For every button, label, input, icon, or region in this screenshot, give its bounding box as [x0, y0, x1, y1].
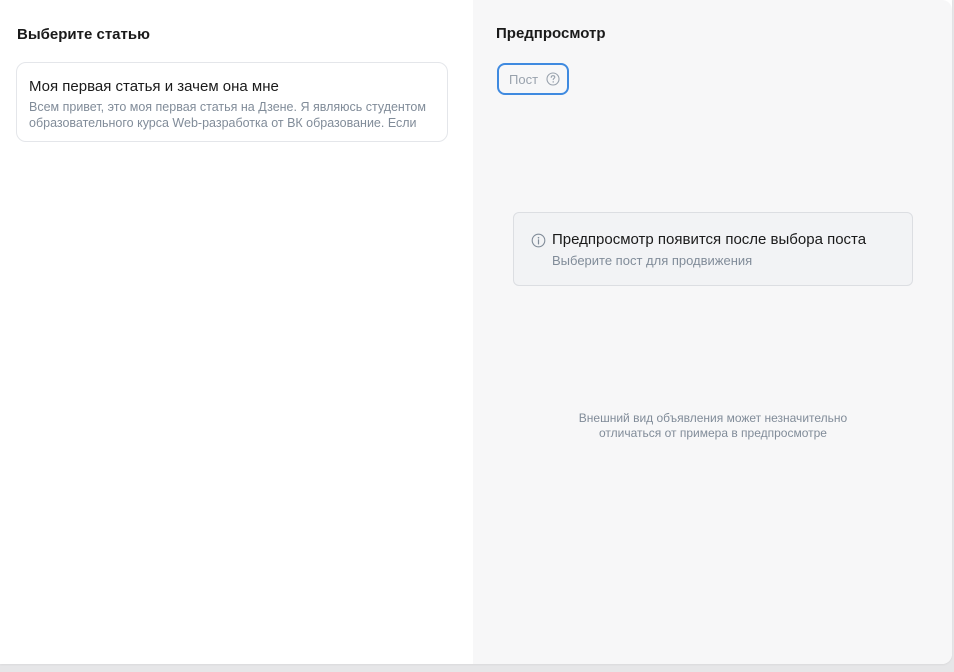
info-circle-icon — [531, 233, 546, 248]
tab-post-label: Пост — [509, 71, 539, 87]
article-selection-title: Выберите статью — [17, 26, 150, 43]
disclaimer-line-1: Внешний вид объявления может незначитель… — [578, 411, 848, 425]
promotion-dialog: Выберите статью Моя первая статья и заче… — [0, 0, 952, 664]
placeholder-subtitle: Выберите пост для продвижения — [552, 253, 753, 268]
tab-post[interactable]: Пост — [497, 63, 569, 95]
question-circle-icon[interactable] — [546, 72, 560, 86]
preview-title: Предпросмотр — [496, 25, 606, 42]
preview-panel: Предпросмотр Пост Предпросмотр появится … — [473, 0, 952, 664]
preview-disclaimer: Внешний вид объявления может незначитель… — [513, 411, 913, 441]
article-card[interactable]: Моя первая статья и зачем она мне Всем п… — [16, 62, 448, 142]
disclaimer-line-2: отличаться от примера в предпросмотре — [599, 426, 827, 440]
article-selection-panel: Выберите статью Моя первая статья и заче… — [0, 0, 473, 664]
article-title: Моя первая статья и зачем она мне — [29, 78, 279, 95]
placeholder-title: Предпросмотр появится после выбора поста — [552, 231, 867, 248]
preview-placeholder: Предпросмотр появится после выбора поста… — [513, 212, 913, 286]
article-excerpt: Всем привет, это моя первая статья на Дз… — [29, 100, 426, 130]
